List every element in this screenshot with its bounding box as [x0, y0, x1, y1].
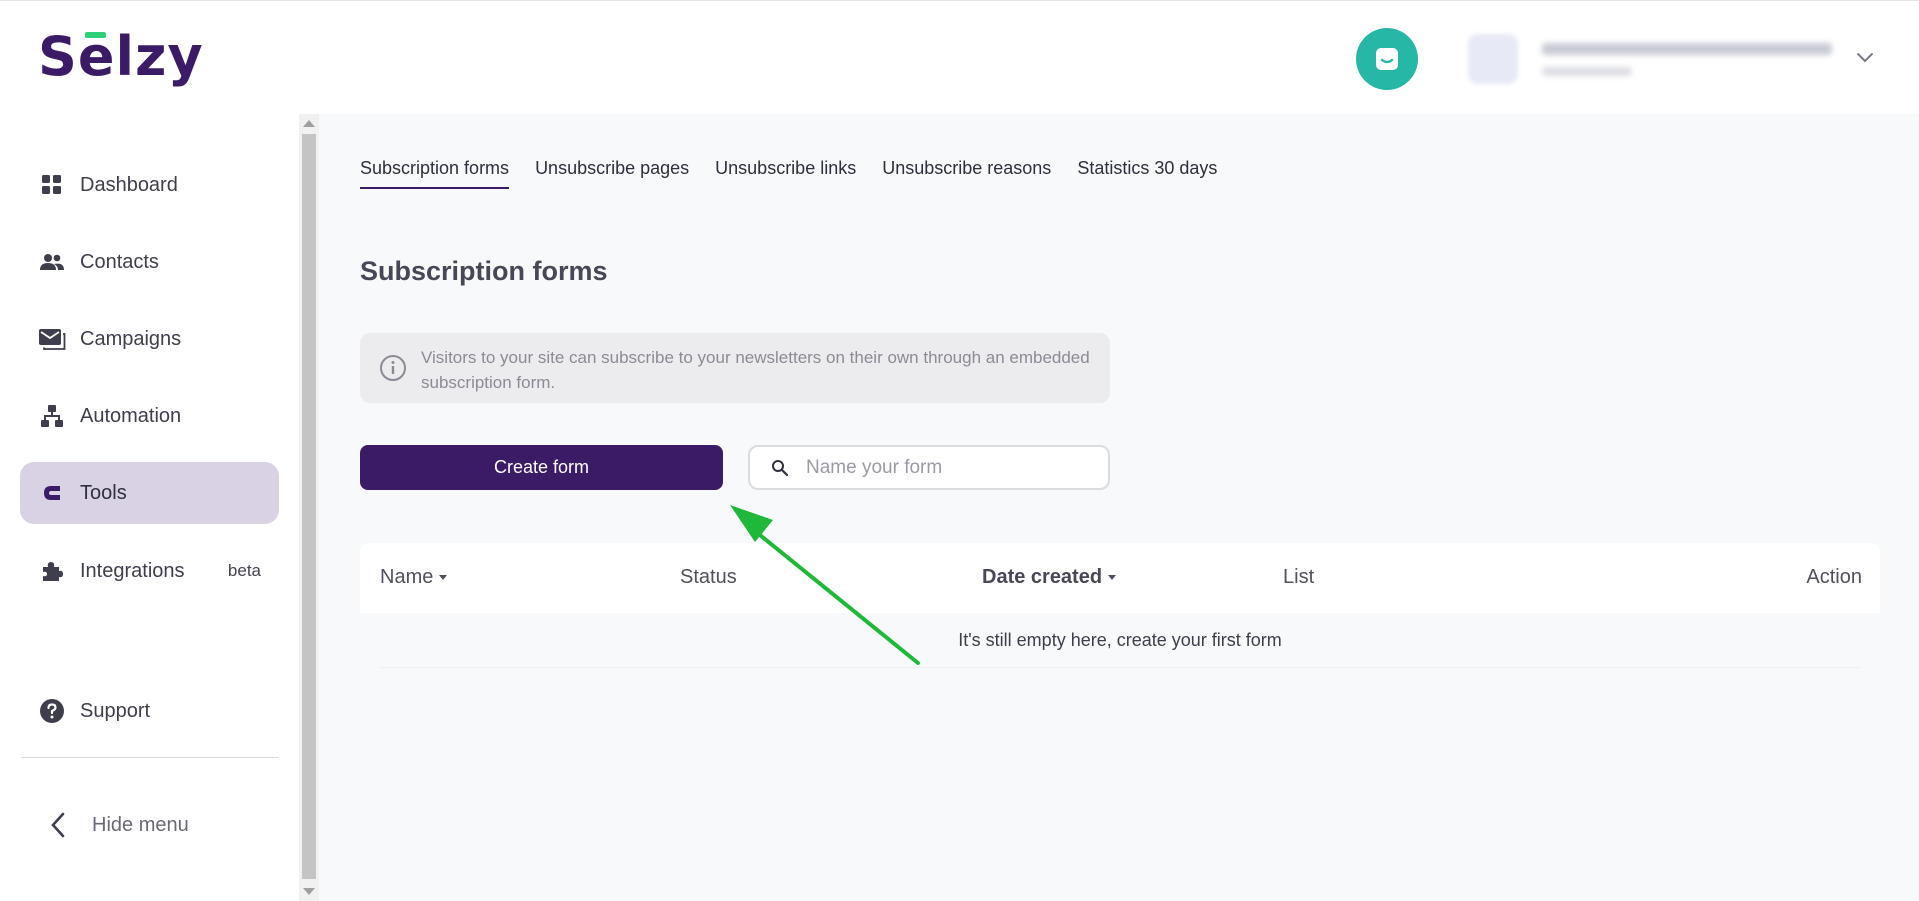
scroll-thumb[interactable]: [302, 134, 316, 879]
tab-bar: Subscription forms Unsubscribe pages Uns…: [360, 158, 1217, 189]
column-header-name[interactable]: Name: [380, 566, 448, 589]
column-label: Name: [380, 566, 434, 588]
puzzle-icon: [38, 557, 66, 585]
table-header: Name Status Date created List Action: [360, 543, 1880, 613]
hierarchy-icon: [38, 402, 66, 430]
column-label: Status: [680, 566, 737, 588]
magnet-icon: [38, 479, 66, 507]
tab-statistics-30-days[interactable]: Statistics 30 days: [1077, 158, 1217, 189]
envelope-icon: [38, 325, 66, 353]
sort-caret-icon: [1108, 575, 1117, 580]
main-content: Subscription forms Unsubscribe pages Uns…: [319, 114, 1919, 901]
sidebar-item-label: Tools: [80, 481, 127, 504]
people-icon: [38, 248, 66, 276]
sidebar-item-label: Automation: [80, 404, 182, 427]
page-title: Subscription forms: [360, 256, 608, 286]
column-header-date-created[interactable]: Date created: [982, 566, 1117, 589]
top-bar: Selzy: [0, 0, 1919, 114]
sidebar-divider: [21, 757, 279, 758]
sidebar-item-contacts[interactable]: Contacts: [20, 231, 279, 293]
tab-unsubscribe-pages[interactable]: Unsubscribe pages: [535, 158, 689, 189]
logo-accent-bar: [85, 32, 106, 38]
column-label: Date created: [982, 566, 1103, 588]
account-info-redacted: [1542, 42, 1832, 76]
hide-menu-label: Hide menu: [92, 813, 189, 836]
info-banner: Visitors to your site can subscribe to y…: [360, 333, 1110, 403]
column-header-list: List: [1283, 566, 1314, 589]
avatar: [1468, 34, 1518, 84]
sidebar-item-dashboard[interactable]: Dashboard: [20, 154, 279, 216]
sidebar: Dashboard Contacts Campaigns Automation …: [0, 114, 299, 901]
search-box[interactable]: [748, 445, 1110, 490]
column-header-action: Action: [1806, 566, 1862, 589]
chevron-down-icon[interactable]: [1853, 45, 1877, 69]
scroll-up-arrow[interactable]: [303, 120, 315, 127]
forms-table: Name Status Date created List Action It'…: [360, 543, 1880, 668]
sidebar-item-label: Campaigns: [80, 327, 182, 350]
sidebar-item-label: Integrations: [80, 559, 185, 582]
chat-bubble-icon: [1376, 48, 1398, 70]
tab-subscription-forms[interactable]: Subscription forms: [360, 158, 510, 189]
info-icon: [380, 355, 406, 381]
info-text: Visitors to your site can subscribe to y…: [421, 348, 1090, 392]
account-menu[interactable]: [1468, 29, 1848, 89]
sidebar-item-campaigns[interactable]: Campaigns: [20, 308, 279, 370]
empty-state-text: It's still empty here, create your first…: [958, 630, 1282, 650]
tab-unsubscribe-links[interactable]: Unsubscribe links: [715, 158, 856, 189]
grid-icon: [38, 171, 66, 199]
chat-button[interactable]: [1356, 28, 1418, 90]
sidebar-scrollbar[interactable]: [299, 114, 319, 901]
column-label: Action: [1806, 566, 1862, 588]
sort-caret-icon: [439, 575, 448, 580]
column-label: List: [1283, 566, 1315, 588]
hide-menu-button[interactable]: Hide menu: [20, 794, 279, 856]
tab-unsubscribe-reasons[interactable]: Unsubscribe reasons: [882, 158, 1051, 189]
help-circle-icon: [38, 697, 66, 725]
sidebar-item-support[interactable]: Support: [20, 680, 279, 742]
sidebar-item-label: Contacts: [80, 250, 159, 273]
scroll-down-arrow[interactable]: [303, 888, 315, 895]
sidebar-item-tools[interactable]: Tools: [20, 462, 279, 524]
sidebar-item-automation[interactable]: Automation: [20, 385, 279, 447]
search-icon: [772, 459, 789, 476]
create-form-button[interactable]: Create form: [360, 445, 723, 490]
empty-state: It's still empty here, create your first…: [360, 613, 1880, 668]
sidebar-item-label: Support: [80, 699, 151, 722]
column-header-status: Status: [680, 566, 737, 589]
search-input[interactable]: [806, 456, 1086, 479]
sidebar-item-integrations[interactable]: Integrations beta: [20, 540, 279, 602]
beta-badge: beta: [227, 561, 261, 580]
chevron-left-icon: [44, 811, 72, 839]
sidebar-item-label: Dashboard: [80, 173, 178, 196]
logo[interactable]: Selzy: [38, 25, 204, 88]
row-divider: [380, 667, 1860, 668]
